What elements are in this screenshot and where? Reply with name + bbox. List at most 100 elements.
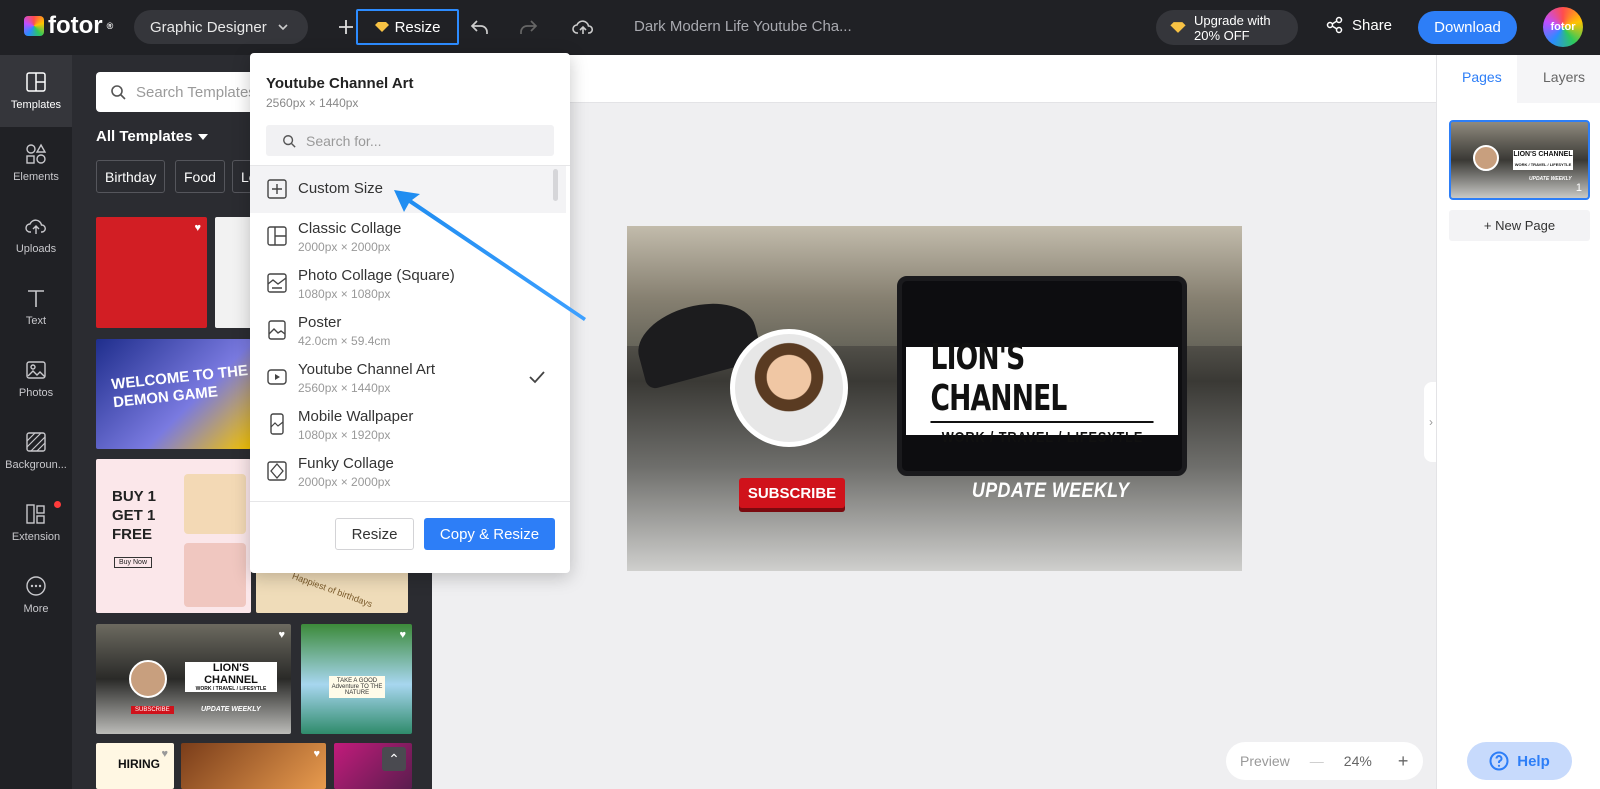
size-item-name: Poster xyxy=(298,314,342,331)
role-dropdown[interactable]: Graphic Designer xyxy=(134,10,308,44)
chip-birthday[interactable]: Birthday xyxy=(96,160,166,193)
template-card[interactable]: ♥ TAKE A GOOD Adventure TO THE NATURE xyxy=(301,624,412,734)
poster-icon xyxy=(268,320,286,340)
art-update-text[interactable]: UPDATE WEEKLY xyxy=(972,479,1130,503)
scroll-top-button[interactable]: ⌃ xyxy=(382,747,406,771)
favorite-icon[interactable]: ♥ xyxy=(194,222,201,234)
search-icon xyxy=(111,85,126,100)
nav-extension[interactable]: Extension xyxy=(0,487,72,559)
share-button[interactable]: Share xyxy=(1326,16,1392,34)
template-card[interactable] xyxy=(215,217,255,328)
art-subtitle[interactable]: WORK / TRAVEL / LIFESYTLE xyxy=(941,429,1142,446)
brand-mark: ® xyxy=(106,21,114,31)
nav-uploads[interactable]: Uploads xyxy=(0,199,72,271)
template-card[interactable]: ♥ xyxy=(96,217,207,328)
nav-elements[interactable]: Elements xyxy=(0,127,72,199)
size-item-dims: 2560px × 1440px xyxy=(298,381,391,395)
favorite-icon[interactable]: ♥ xyxy=(161,748,168,760)
size-item-dims: 1080px × 1080px xyxy=(298,287,391,301)
resize-dropdown: Youtube Channel Art 2560px × 1440px Sear… xyxy=(250,53,570,573)
zoom-value[interactable]: 24% xyxy=(1344,753,1372,769)
nav-photos[interactable]: Photos xyxy=(0,343,72,415)
share-label: Share xyxy=(1352,16,1393,34)
size-item-dims: 42.0cm × 59.4cm xyxy=(298,334,391,348)
copy-resize-button[interactable]: Copy & Resize xyxy=(424,518,555,550)
page-number: 1 xyxy=(1575,182,1582,194)
undo-icon xyxy=(470,20,488,34)
size-item-classic-collage[interactable]: Classic Collage 2000px × 2000px xyxy=(250,213,566,260)
tab-pages[interactable]: Pages xyxy=(1462,69,1502,85)
nav-templates[interactable]: Templates xyxy=(0,55,72,127)
download-button[interactable]: Download xyxy=(1418,11,1517,44)
templates-search-input[interactable]: Search Templates xyxy=(96,72,262,112)
templates-search-placeholder: Search Templates xyxy=(136,83,256,101)
page-thumbnail[interactable]: LION'S CHANNEL WORK / TRAVEL / LIFESYTLE… xyxy=(1449,120,1590,200)
zoom-in-button[interactable]: + xyxy=(1398,751,1409,772)
zoom-out-button[interactable]: — xyxy=(1310,753,1324,769)
size-item-mobile-wallpaper[interactable]: Mobile Wallpaper 1080px × 1920px xyxy=(250,401,566,448)
art-profile-photo[interactable] xyxy=(730,329,848,447)
canvas-toolbar xyxy=(432,55,1436,103)
art-title[interactable]: LION'S CHANNEL xyxy=(930,337,1154,423)
divider xyxy=(250,501,570,502)
elements-icon xyxy=(26,143,47,164)
template-card[interactable]: BUY 1 GET 1 FREE Buy Now xyxy=(96,459,251,613)
favorite-icon[interactable]: ♥ xyxy=(399,629,406,641)
chevron-down-icon xyxy=(278,24,288,31)
template-card[interactable]: WELCOME TO THE DEMON GAME xyxy=(96,339,251,449)
size-item-photo-collage[interactable]: Photo Collage (Square) 1080px × 1080px xyxy=(250,260,566,307)
caret-down-icon xyxy=(198,133,209,140)
cupcake-image xyxy=(184,543,246,607)
new-page-button[interactable]: + New Page xyxy=(1449,210,1590,241)
template-card[interactable]: ⌃ xyxy=(334,743,412,789)
favorite-icon[interactable]: ♥ xyxy=(278,629,285,641)
nav-label: Uploads xyxy=(15,243,57,255)
size-item-name: Classic Collage xyxy=(298,220,402,237)
template-card[interactable]: ♥ LION'S CHANNEL WORK / TRAVEL / LIFESYT… xyxy=(96,624,291,734)
artboard[interactable]: LION'S CHANNEL WORK / TRAVEL / LIFESYTLE… xyxy=(627,226,1242,571)
brand-name: fotor xyxy=(48,12,103,39)
nav-text[interactable]: Text xyxy=(0,271,72,343)
upgrade-button[interactable]: Upgrade with 20% OFF xyxy=(1156,10,1298,45)
share-icon xyxy=(1326,16,1343,34)
size-item-custom[interactable]: Custom Size xyxy=(250,166,566,213)
resize-current-title: Youtube Channel Art xyxy=(266,75,414,92)
help-label: Help xyxy=(1517,752,1550,770)
size-item-funky-collage[interactable]: Funky Collage 2000px × 2000px xyxy=(250,448,566,495)
all-templates-dropdown[interactable]: All Templates xyxy=(96,128,209,145)
card-text: WELCOME TO THE DEMON GAME xyxy=(110,362,249,412)
preview-button[interactable]: Preview xyxy=(1240,753,1290,769)
card-text: SUBSCRIBE xyxy=(131,706,174,714)
chip-food[interactable]: Food xyxy=(175,160,225,193)
card-text: HIRING xyxy=(118,757,160,771)
avatar[interactable]: fotor xyxy=(1543,7,1583,47)
template-card[interactable]: ♥ xyxy=(181,743,326,789)
card-text: Buy Now xyxy=(114,557,153,568)
favorite-icon[interactable]: ♥ xyxy=(313,748,320,760)
nav-more[interactable]: More xyxy=(0,559,72,631)
fotor-logo[interactable]: fotor ® xyxy=(24,12,113,40)
nav-background[interactable]: Backgroun... xyxy=(0,415,72,487)
template-card[interactable]: ♥ HIRING xyxy=(96,743,174,789)
role-label: Graphic Designer xyxy=(150,18,267,36)
art-title-box[interactable]: LION'S CHANNEL WORK / TRAVEL / LIFESYTLE xyxy=(906,337,1178,446)
resize-confirm-button[interactable]: Resize xyxy=(335,518,414,550)
resize-button[interactable]: Resize xyxy=(356,9,459,45)
scrollbar[interactable] xyxy=(553,169,558,201)
resize-search-input[interactable]: Search for... xyxy=(266,125,554,156)
left-nav: Templates Elements Uploads Text Photos B… xyxy=(0,55,72,789)
size-item-dims: 2000px × 2000px xyxy=(298,475,391,489)
document-title[interactable]: Dark Modern Life Youtube Cha... xyxy=(634,18,852,35)
redo-button[interactable] xyxy=(515,14,541,40)
size-item-youtube[interactable]: Youtube Channel Art 2560px × 1440px xyxy=(250,354,566,401)
collage-icon xyxy=(267,226,287,246)
size-item-poster[interactable]: Poster 42.0cm × 59.4cm xyxy=(250,307,566,354)
art-subscribe-button[interactable]: SUBSCRIBE xyxy=(739,478,845,508)
cloud-save-button[interactable] xyxy=(570,14,596,40)
thumb-update: UPDATE WEEKLY xyxy=(1529,176,1572,182)
fotor-logo-icon xyxy=(24,16,44,36)
tab-layers[interactable]: Layers xyxy=(1543,69,1585,85)
undo-button[interactable] xyxy=(467,14,493,40)
help-button[interactable]: Help xyxy=(1467,742,1572,780)
question-icon xyxy=(1489,751,1509,771)
